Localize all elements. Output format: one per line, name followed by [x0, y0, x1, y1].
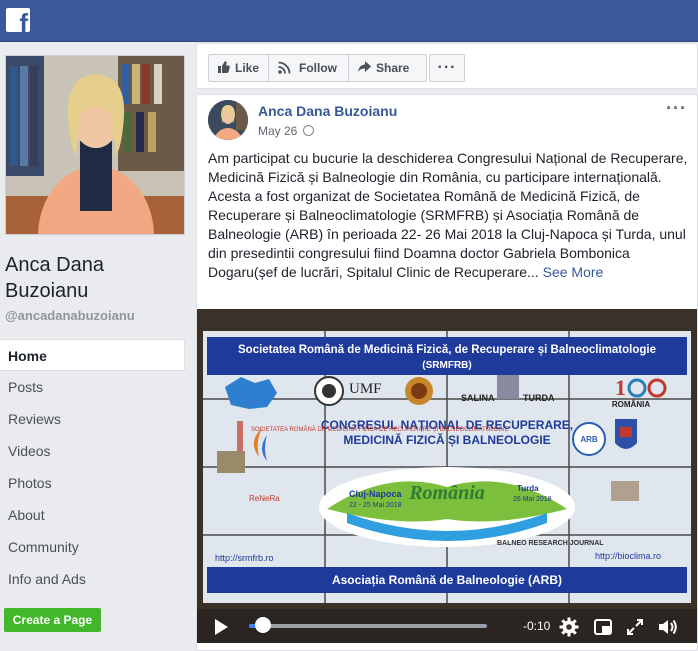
nav-item-reviews[interactable]: Reviews [0, 403, 185, 435]
video-player[interactable]: Societatea Română de Medicină Fizică, de… [197, 309, 697, 643]
balneo-journal-label: BALNEO RESEARCH JOURNAL [497, 540, 604, 547]
logo-umf: UMF [349, 381, 382, 397]
video-time-remaining: -0:10 [523, 619, 551, 633]
nav-item-about[interactable]: About [0, 499, 185, 531]
picture-in-picture-icon[interactable] [593, 617, 613, 637]
congress-title-line2: MEDICINĂ FIZICĂ ȘI BALNEOLOGIE [343, 432, 550, 447]
post-author-name[interactable]: Anca Dana Buzoianu [258, 103, 397, 119]
video-banner-top-abbr: (SRMFRB) [422, 360, 471, 371]
facebook-logo-letter: f [19, 8, 28, 32]
svg-text:ReNeRa: ReNeRa [249, 494, 280, 503]
create-page-button[interactable]: Create a Page [4, 608, 101, 632]
more-options-button[interactable]: ··· [429, 54, 465, 82]
nav-item-posts[interactable]: Posts [0, 371, 185, 403]
follow-label: Follow [299, 61, 337, 75]
profile-photo-image [6, 56, 184, 234]
post-paragraph: Am participat cu bucurie la deschiderea … [208, 150, 688, 185]
logo-turda: TURDA [523, 393, 555, 403]
video-banner-top: Societatea Română de Medicină Fizică, de… [238, 344, 656, 356]
video-dates-right: 26 Mai 2018 [513, 496, 552, 503]
volume-icon[interactable] [657, 617, 679, 637]
video-controls: -0:10 [197, 609, 697, 643]
share-label: Share [376, 61, 410, 75]
video-frame: Societatea Română de Medicină Fizică, de… [197, 309, 697, 609]
post-body: Am participat cu bucurie la deschiderea … [208, 149, 688, 282]
nav-item-community[interactable]: Community [0, 531, 185, 563]
see-more-link[interactable]: See More [543, 264, 604, 280]
follow-button[interactable]: Follow [269, 54, 349, 82]
video-progress-bar[interactable] [249, 624, 487, 628]
logo-arb: ARB [580, 435, 598, 444]
logo-romania100: ROMÂNIA [612, 400, 650, 409]
video-city-right: Turda [517, 484, 539, 493]
page-sidebar: Anca Dana Buzoianu @ancadanabuzoianu Hom… [0, 42, 190, 651]
post-paragraph-continued: Acesta a fost organizat de Societatea Ro… [208, 187, 688, 282]
video-banner-bottom: Asociația Română de Balneologie (ARB) [332, 573, 562, 587]
video-romania-word: România [408, 482, 485, 504]
post-meta: May 26 [258, 124, 315, 138]
rss-follow-icon [278, 61, 291, 74]
play-icon[interactable] [215, 619, 228, 635]
post-paragraph-text: Acesta a fost organizat de Societatea Ro… [208, 188, 686, 280]
post-card: Anca Dana Buzoianu May 26 ··· Am partici… [196, 94, 698, 651]
nav-item-photos[interactable]: Photos [0, 467, 185, 499]
page-navigation: Home Posts Reviews Videos Photos About C… [0, 339, 185, 595]
top-navigation-bar: f [0, 0, 698, 42]
video-url-right: http://bioclima.ro [595, 551, 661, 561]
author-avatar[interactable] [208, 100, 248, 140]
profile-picture[interactable] [5, 55, 185, 235]
author-avatar-image [208, 100, 248, 140]
nav-item-videos[interactable]: Videos [0, 435, 185, 467]
thumbs-up-icon [218, 61, 230, 73]
settings-gear-icon[interactable] [559, 617, 579, 637]
svg-text:1: 1 [615, 375, 626, 400]
share-button[interactable]: Share [349, 54, 427, 82]
page-action-bar: Like Follow Share ··· [196, 43, 698, 89]
video-city-left: Cluj-Napoca [349, 489, 403, 499]
nav-item-home[interactable]: Home [0, 339, 185, 371]
share-arrow-icon [358, 61, 371, 72]
like-button[interactable]: Like [208, 54, 269, 82]
post-date[interactable]: May 26 [258, 124, 297, 138]
srmfrb-side-label: SOCIETATEA ROMÂNĂ DE MEDICINĂ FIZICĂ DE … [251, 426, 509, 433]
page-name[interactable]: Anca Dana Buzoianu [5, 252, 185, 304]
video-scrubber-handle[interactable] [255, 617, 272, 633]
globe-public-icon [303, 125, 315, 136]
like-label: Like [235, 61, 260, 75]
facebook-logo-icon[interactable]: f [6, 8, 30, 32]
video-dates-left: 22 - 25 Mai 2018 [349, 502, 402, 509]
logo-salina: SALINA [461, 393, 495, 403]
video-url-left: http://srmfrb.ro [215, 553, 274, 563]
post-options-button[interactable]: ··· [666, 98, 687, 119]
nav-item-info-and-ads[interactable]: Info and Ads [0, 563, 185, 595]
fullscreen-icon[interactable] [625, 617, 645, 637]
page-username[interactable]: @ancadanabuzoianu [5, 308, 135, 323]
